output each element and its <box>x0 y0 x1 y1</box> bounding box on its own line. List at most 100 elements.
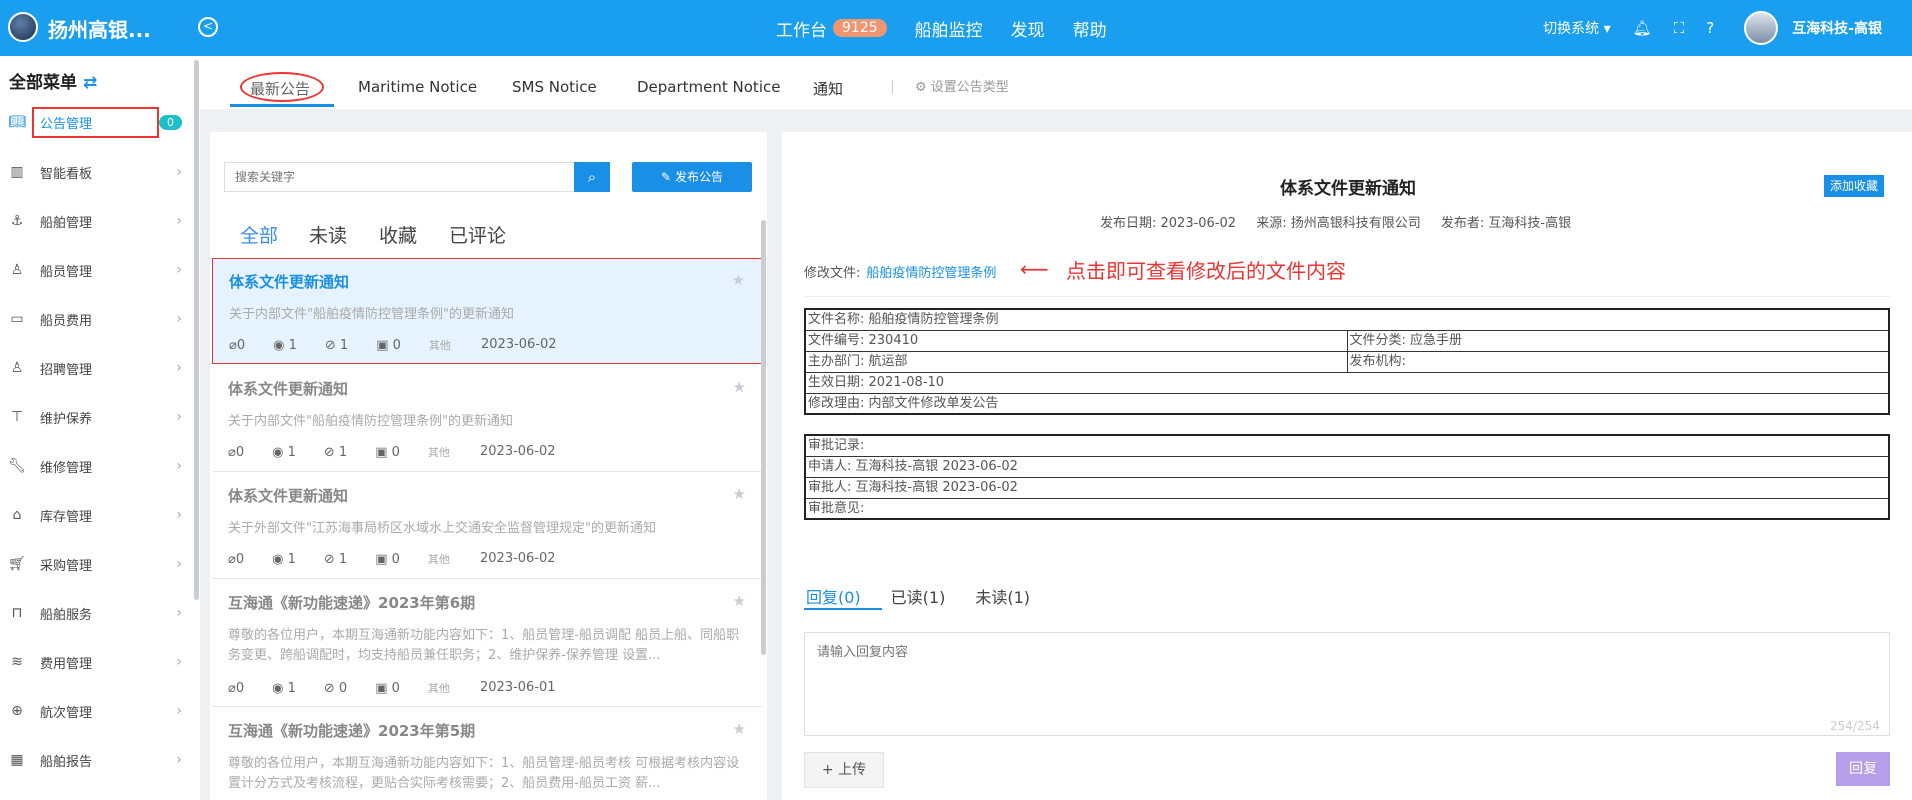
user-name[interactable]: 互海科技-高银 <box>1792 18 1882 38</box>
filter-commented[interactable]: 已评论 <box>449 221 506 248</box>
sidebar-item-ship[interactable]: ⚓︎ 船舶管理 › <box>0 201 190 241</box>
attachment-count: ⌀0 <box>228 680 245 696</box>
publish-label: 发布公告 <box>674 170 723 184</box>
tab-unread[interactable]: 未读(1) <box>975 584 1030 610</box>
list-item-title: 互海通《新功能速递》2023年第6期 <box>228 594 476 612</box>
help-icon[interactable]: ? <box>1706 19 1714 37</box>
back-icon[interactable]: < <box>198 17 218 37</box>
sidebar-item-label: 船员费用 <box>40 313 93 329</box>
sidebar-item-label: 航次管理 <box>40 705 93 721</box>
sidebar-item-cost[interactable]: ≋ 费用管理 › <box>0 642 190 682</box>
list-item-category: 其他 <box>428 339 451 352</box>
publish-date: 发布日期: 2023-06-02 <box>1100 216 1237 231</box>
coins-icon: ≋ <box>11 654 23 670</box>
filter-unread[interactable]: 未读 <box>309 221 347 248</box>
filter-all[interactable]: 全部 <box>240 221 278 248</box>
comment-count: ▣ 0 <box>375 551 400 567</box>
file-number-cell: 文件编号: 230410 <box>804 329 1348 352</box>
avatar[interactable] <box>1744 11 1779 45</box>
settings-label: 设置公告类型 <box>930 80 1009 95</box>
sidebar-item-label: 库存管理 <box>40 509 93 525</box>
attachment-count: ⌀0 <box>228 444 245 460</box>
applicant-cell: 申请人: 互海科技-高银 2023-06-02 <box>804 455 1890 478</box>
sidebar-item-notice[interactable]: 📖︎ 公告管理 0 <box>0 102 190 142</box>
switch-icon[interactable]: ⇄ <box>83 73 97 93</box>
agency-cell: 发布机构: <box>1346 350 1890 373</box>
sidebar-item-inventory[interactable]: ⌂ 库存管理 › <box>0 495 190 535</box>
hidden-count: ⊘ 0 <box>323 680 348 696</box>
person-icon: ♙ <box>10 262 24 278</box>
nav-help[interactable]: 帮助 <box>1073 16 1107 41</box>
modified-file-label: 修改文件: <box>804 266 861 281</box>
source: 来源: 扬州高银科技有限公司 <box>1256 216 1421 231</box>
list-item[interactable]: 互海通《新功能速递》2023年第6期 ★ 尊敬的各位用户，本期互海通新功能内容如… <box>212 580 762 707</box>
tab-sms[interactable]: SMS Notice <box>512 78 597 96</box>
list-item-summary: 尊敬的各位用户，本期互海通新功能内容如下：1、船员管理-船员调配 船员上船、同船… <box>228 628 740 663</box>
chevron-right-icon: › <box>176 507 182 523</box>
modified-file-link[interactable]: 船舶疫情防控管理条例 <box>866 266 996 281</box>
sidebar-item-voyage[interactable]: ⊕ 航次管理 › <box>0 691 190 731</box>
reply-input[interactable] <box>804 632 1890 736</box>
fullscreen-icon[interactable]: ⛶ <box>1674 19 1685 37</box>
filter-favorites[interactable]: 收藏 <box>379 221 417 248</box>
bell-icon[interactable]: 🔔︎ <box>1633 19 1652 37</box>
upload-button[interactable]: + 上传 <box>804 752 884 788</box>
search-input[interactable] <box>224 162 574 192</box>
sidebar-item-crew-cost[interactable]: ▭ 船员费用 › <box>0 299 190 339</box>
star-icon[interactable]: ★ <box>732 271 745 289</box>
tab-notification[interactable]: 通知 <box>813 78 843 99</box>
sidebar-item-crew[interactable]: ♙ 船员管理 › <box>0 250 190 290</box>
list-item[interactable]: 互海通《新功能速递》2023年第5期 ★ 尊敬的各位用户，本期互海通新功能内容如… <box>212 708 762 800</box>
star-icon[interactable]: ★ <box>733 485 746 503</box>
switch-system-button[interactable]: 切换系统 ▾ <box>1543 18 1610 38</box>
company-logo[interactable] <box>8 12 38 42</box>
settings-notice-type-button[interactable]: ⚙ 设置公告类型 <box>915 76 1009 95</box>
nav-discover[interactable]: 发现 <box>1011 16 1045 41</box>
list-item[interactable]: 体系文件更新通知 ★ 关于内部文件"船舶疫情防控管理条例"的更新通知 ⌀0 ◉ … <box>212 258 762 364</box>
sidebar-title: 全部菜单 ⇄ <box>9 68 97 93</box>
star-icon[interactable]: ★ <box>733 720 746 738</box>
sidebar-item-purchase[interactable]: 🛒︎ 采购管理 › <box>0 544 190 584</box>
publish-notice-button[interactable]: ✎ 发布公告 <box>632 162 752 192</box>
reply-tabs: 回复(0) 已读(1) 未读(1) <box>806 584 1060 610</box>
sidebar-item-label: 维护保养 <box>40 411 93 427</box>
star-icon[interactable]: ★ <box>733 378 746 396</box>
tab-replies[interactable]: 回复(0) <box>806 584 861 610</box>
file-info-table: 文件名称: 船舶疫情防控管理条例 文件编号: 230410 文件分类: 应急手册 … <box>804 308 1890 415</box>
comment-count: ▣ 0 <box>375 444 400 460</box>
nav-ship-monitor[interactable]: 船舶监控 <box>915 16 983 41</box>
tab-maritime[interactable]: Maritime Notice <box>358 78 477 96</box>
detail-title: 体系文件更新通知 <box>1280 179 1416 199</box>
sidebar-item-label: 公告管理 <box>32 106 159 138</box>
reply-button[interactable]: 回复 <box>1836 752 1890 786</box>
list-item-title: 体系文件更新通知 <box>228 380 349 398</box>
list-item[interactable]: 体系文件更新通知 ★ 关于外部文件"江苏海事局桥区水域水上交通安全监督管理规定"… <box>212 473 762 579</box>
chevron-right-icon: › <box>176 409 182 425</box>
paint-roller-icon: ⊓ <box>11 605 23 621</box>
list-scrollbar[interactable] <box>761 220 766 655</box>
sidebar-item-label: 维修管理 <box>40 460 93 476</box>
company-name[interactable]: 扬州高银... <box>48 14 151 43</box>
sidebar-scrollbar[interactable] <box>194 60 199 600</box>
sidebar-item-maintenance[interactable]: ⊤ 维护保养 › <box>0 397 190 437</box>
list-item[interactable]: 体系文件更新通知 ★ 关于内部文件"船舶疫情防控管理条例"的更新通知 ⌀0 ◉ … <box>212 366 762 472</box>
list-item-category: 其他 <box>427 446 450 459</box>
search-button[interactable]: ⌕ <box>574 162 610 192</box>
nav-workbench[interactable]: 工作台 9125 <box>776 16 887 41</box>
sidebar-item-dashboard[interactable]: ▥ 智能看板 › <box>0 152 190 192</box>
sidebar-item-label: 智能看板 <box>40 166 93 182</box>
sidebar-item-report[interactable]: ▦ 船舶报告 › <box>0 740 190 780</box>
approval-opinion-cell: 审批意见: <box>804 497 1890 520</box>
tab-read[interactable]: 已读(1) <box>891 584 946 610</box>
sidebar-item-repair[interactable]: 🔧︎ 维修管理 › <box>0 446 190 486</box>
arrow-left-icon: ⟵ <box>1020 257 1049 281</box>
add-favorite-button[interactable]: 添加收藏 <box>1824 175 1884 197</box>
tab-department[interactable]: Department Notice <box>637 78 780 96</box>
sidebar-item-ship-service[interactable]: ⊓ 船舶服务 › <box>0 593 190 633</box>
star-icon[interactable]: ★ <box>733 592 746 610</box>
hidden-count: ⊘ 1 <box>324 337 349 353</box>
list-item-summary: 关于外部文件"江苏海事局桥区水域水上交通安全监督管理规定"的更新通知 <box>228 521 656 536</box>
switch-system-label: 切换系统 <box>1543 21 1600 37</box>
sidebar-item-recruit[interactable]: ♙ 招聘管理 › <box>0 348 190 388</box>
sidebar-item-label: 船舶管理 <box>40 215 93 231</box>
